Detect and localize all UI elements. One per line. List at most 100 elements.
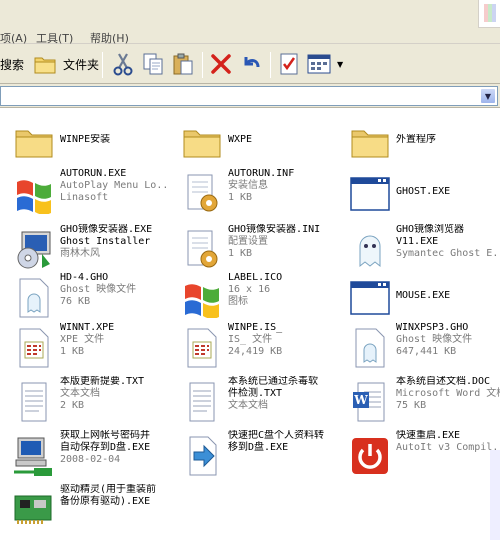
toolbar-separator xyxy=(270,52,271,78)
file-item[interactable]: 本版更新提要.TXT 文本文档 2 KB xyxy=(0,374,166,426)
file-detail-2: 75 KB xyxy=(396,400,427,411)
undo-icon xyxy=(238,51,264,77)
file-info: WINXPSP3.GHO Ghost 映像文件 647,441 KB xyxy=(396,322,500,358)
menu-bar: 项(A) 工具(T) 帮助(H) xyxy=(0,0,500,45)
file-detail-2: 24,419 KB xyxy=(228,346,283,357)
toolbar-separator xyxy=(202,52,203,78)
svg-text:W: W xyxy=(353,393,368,407)
file-detail-2: 647,441 KB xyxy=(396,346,457,357)
file-info: 快速重启.EXE AutoIt v3 Compil... xyxy=(396,430,500,454)
file-detail-1: Microsoft Word 文档 xyxy=(396,388,500,399)
file-item[interactable]: GHOST.EXE xyxy=(336,166,500,218)
file-name: LABEL.ICO xyxy=(228,272,283,283)
file-detail-1: AutoPlay Menu Lo... xyxy=(60,180,166,191)
file-detail-2: 76 KB xyxy=(60,296,91,307)
file-item[interactable]: GHO镜像浏览器 V11.EXE Symantec Ghost E... xyxy=(336,222,500,274)
file-item[interactable]: 驱动精灵(用于重装前 备份原有驱动).EXE xyxy=(0,482,166,534)
file-detail-2: 1 KB xyxy=(228,192,253,203)
file-item[interactable]: GHO镜像安装器.EXE Ghost Installer 雨林木风 xyxy=(0,222,166,274)
file-info: AUTORUN.EXE AutoPlay Menu Lo... Linasoft xyxy=(60,168,166,204)
file-detail-2: 雨林木风 xyxy=(60,248,100,259)
file-name: 本版更新提要.TXT xyxy=(60,376,145,387)
file-item[interactable]: AUTORUN.INF 安装信息 1 KB xyxy=(168,166,334,218)
file-name: GHO镜像安装器.INI xyxy=(228,224,321,235)
power-restart-icon xyxy=(346,432,394,480)
file-item[interactable]: WXPE xyxy=(168,114,334,166)
chevron-down-icon: ▼ xyxy=(337,59,344,69)
file-name: WXPE xyxy=(228,134,253,145)
file-detail-2: 文本文档 xyxy=(228,400,268,411)
file-detail-1: 备份原有驱动).EXE xyxy=(60,496,151,507)
file-detail-1: V11.EXE xyxy=(396,236,439,247)
file-item[interactable]: W 本系统自述文档.DOC Microsoft Word 文档 75 KB xyxy=(336,374,500,426)
paste-button[interactable] xyxy=(170,50,196,78)
file-detail-1: 自动保存到D盘.EXE xyxy=(60,442,151,453)
file-detail-2: 2008-02-04 xyxy=(60,454,121,465)
file-name: MOUSE.EXE xyxy=(396,290,451,301)
file-name: AUTORUN.EXE xyxy=(60,168,127,179)
paste-icon xyxy=(170,51,196,77)
file-item[interactable]: AUTORUN.EXE AutoPlay Menu Lo... Linasoft xyxy=(0,166,166,218)
windows-logo-icon xyxy=(10,170,58,218)
file-detail-1: 安装信息 xyxy=(228,180,268,191)
copy-icon xyxy=(140,51,166,77)
file-item[interactable]: MOUSE.EXE xyxy=(336,270,500,322)
file-name: 快速重启.EXE xyxy=(396,430,461,441)
windows-flag-icon xyxy=(478,0,500,28)
file-item[interactable]: 快速把C盘个人资料转 移到D盘.EXE xyxy=(168,428,334,480)
file-item[interactable]: WINXPSP3.GHO Ghost 映像文件 647,441 KB xyxy=(336,320,500,372)
file-name: WINNT.XPE xyxy=(60,322,115,333)
file-detail-2: 1 KB xyxy=(60,346,85,357)
scissors-icon xyxy=(110,51,136,77)
file-detail-1: IS_ 文件 xyxy=(228,334,273,345)
address-field[interactable]: ▼ xyxy=(0,86,498,106)
file-name: WINXPSP3.GHO xyxy=(396,322,469,333)
vertical-scrollbar[interactable] xyxy=(490,450,500,540)
file-detail-1: 移到D盘.EXE xyxy=(228,442,289,453)
file-item[interactable]: LABEL.ICO 16 x 16 图标 xyxy=(168,270,334,322)
file-info: GHO镜像安装器.INI 配置设置 1 KB xyxy=(228,224,334,260)
file-info: HD-4.GHO Ghost 映像文件 76 KB xyxy=(60,272,166,308)
file-info: WINPE安装 xyxy=(60,134,166,146)
file-info: WXPE xyxy=(228,134,334,146)
file-info: 获取上网帐号密码并 自动保存到D盘.EXE 2008-02-04 xyxy=(60,430,166,466)
ghost-image-file-icon xyxy=(10,274,58,322)
file-item[interactable]: 本系统已通过杀毒软 件检测.TXT 文本文档 xyxy=(168,374,334,426)
file-name: 本系统已通过杀毒软 xyxy=(228,376,318,387)
file-item[interactable]: WINPE.IS_ IS_ 文件 24,419 KB xyxy=(168,320,334,372)
file-detail-2: Linasoft xyxy=(60,192,109,203)
cut-button[interactable] xyxy=(110,50,136,78)
file-detail-1: Ghost 映像文件 xyxy=(60,284,137,295)
address-bar: ▼ xyxy=(0,84,500,108)
config-file-icon xyxy=(178,170,226,218)
toolbar-separator xyxy=(102,52,103,78)
file-item[interactable]: HD-4.GHO Ghost 映像文件 76 KB xyxy=(0,270,166,322)
folder-icon xyxy=(178,118,226,166)
folders-button[interactable]: 文件夹 xyxy=(32,50,99,78)
file-detail-2: 图标 xyxy=(228,296,248,307)
ghost-icon xyxy=(346,226,394,274)
file-detail-1: 文本文档 xyxy=(60,388,100,399)
properties-button[interactable] xyxy=(276,50,302,78)
file-info: 本版更新提要.TXT 文本文档 2 KB xyxy=(60,376,166,412)
driver-card-icon xyxy=(10,486,58,534)
folders-label: 文件夹 xyxy=(63,57,100,72)
file-name: 外置程序 xyxy=(396,134,436,145)
undo-button[interactable] xyxy=(238,50,264,78)
search-button[interactable]: 搜索 xyxy=(0,50,24,78)
chevron-down-icon: ▼ xyxy=(484,91,492,101)
file-item[interactable]: GHO镜像安装器.INI 配置设置 1 KB xyxy=(168,222,334,274)
file-item[interactable]: WINNT.XPE XPE 文件 1 KB xyxy=(0,320,166,372)
file-item[interactable]: WINPE安装 xyxy=(0,114,166,166)
copy-button[interactable] xyxy=(140,50,166,78)
file-name: GHOST.EXE xyxy=(396,186,451,197)
file-item[interactable]: 快速重启.EXE AutoIt v3 Compil... xyxy=(336,428,500,480)
file-item[interactable]: 获取上网帐号密码并 自动保存到D盘.EXE 2008-02-04 xyxy=(0,428,166,480)
delete-button[interactable] xyxy=(208,50,234,78)
windows-logo-icon xyxy=(178,274,226,322)
address-dropdown-button[interactable]: ▼ xyxy=(480,88,496,104)
file-name: 快速把C盘个人资料转 xyxy=(228,430,325,441)
views-button[interactable]: ▼ xyxy=(306,50,343,78)
file-item[interactable]: 外置程序 xyxy=(336,114,500,166)
file-info: AUTORUN.INF 安装信息 1 KB xyxy=(228,168,334,204)
